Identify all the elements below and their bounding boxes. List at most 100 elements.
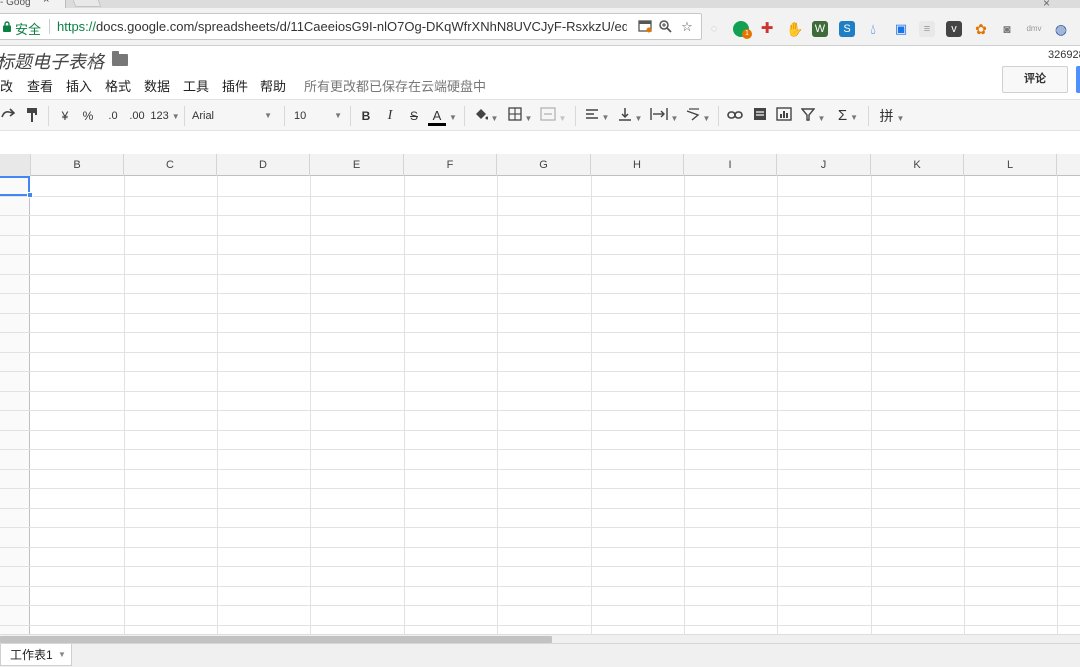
select-all-corner[interactable] — [0, 154, 31, 176]
column-header[interactable]: F — [404, 154, 497, 176]
filter-button[interactable]: ▼ — [798, 107, 828, 125]
decrease-decimal-button[interactable]: .0 — [104, 107, 122, 125]
chevron-down-icon: ▼ — [634, 114, 643, 123]
camera-icon[interactable]: ◙ — [999, 21, 1015, 37]
formatting-toolbar: ¥ % .0 .00 123 ▼ Arial ▼ 10 ▼ B I S A ▼ ▼ … — [0, 99, 1080, 131]
share-button[interactable] — [1076, 66, 1080, 93]
column-header[interactable]: L — [964, 154, 1057, 176]
paint-format-icon[interactable] — [24, 107, 40, 125]
drop-icon[interactable]: 💧︎ — [865, 21, 881, 37]
menu-view[interactable]: 查看 — [27, 76, 53, 95]
menu-format[interactable]: 格式 — [105, 76, 131, 95]
grid-column-line — [497, 176, 498, 634]
column-header[interactable]: J — [777, 154, 871, 176]
bookmark-star-icon[interactable]: ☆ — [679, 19, 695, 35]
globe-icon[interactable]: ◍ — [1053, 21, 1069, 37]
clock-extension-icon[interactable]: 1 — [733, 21, 752, 39]
input-tools-button[interactable]: 拼 ▼ — [876, 107, 908, 125]
site-info-icon[interactable] — [637, 19, 653, 35]
menu-insert[interactable]: 插入 — [66, 76, 92, 95]
text-rotation-button[interactable]: ▼ — [684, 107, 712, 125]
italic-button[interactable]: I — [382, 107, 398, 125]
chevron-down-icon: ▼ — [334, 111, 342, 120]
merge-cells-button[interactable]: ▼ — [538, 107, 568, 125]
tab-close-icon[interactable]: × — [43, 0, 49, 6]
fill-color-button[interactable]: ▼ — [472, 107, 500, 125]
save-status[interactable]: 所有更改都已保存在云端硬盘中 — [304, 76, 486, 95]
zoom-icon[interactable] — [657, 19, 673, 35]
column-header[interactable]: C — [124, 154, 217, 176]
star-icon[interactable]: ☆ — [86, 50, 102, 71]
grid-row-line — [0, 430, 1080, 431]
tag-icon[interactable]: ▣ — [893, 21, 909, 37]
note-icon[interactable]: ≡ — [919, 21, 935, 37]
chevron-down-icon: ▼ — [702, 114, 711, 123]
browser-toolbar: 安全 https://docs.google.com/spreadsheets/… — [0, 8, 1080, 46]
chevron-down-icon[interactable]: ▼ — [58, 644, 66, 666]
medical-cross-icon[interactable]: ✚ — [759, 21, 775, 37]
font-family-select[interactable]: Arial ▼ — [192, 107, 276, 125]
insert-comment-icon[interactable] — [751, 107, 769, 125]
pocket-icon[interactable]: v — [946, 21, 962, 37]
address-bar[interactable]: 安全 https://docs.google.com/spreadsheets/… — [0, 13, 702, 40]
scrollbar-thumb[interactable] — [0, 636, 552, 643]
comment-button[interactable]: 评论 — [1002, 66, 1068, 93]
text-color-button[interactable]: A ▼ — [428, 107, 457, 126]
toolbar-divider — [868, 106, 869, 126]
vertical-align-button[interactable]: ▼ — [616, 107, 644, 125]
percent-button[interactable]: % — [80, 107, 96, 125]
grid-row-line — [0, 235, 1080, 236]
grid-column-line — [124, 176, 125, 634]
column-header[interactable]: I — [684, 154, 777, 176]
menu-edit[interactable]: 改 — [0, 76, 13, 95]
menu-addons[interactable]: 插件 — [222, 76, 248, 95]
currency-button[interactable]: ¥ — [58, 107, 72, 125]
column-header[interactable]: K — [871, 154, 964, 176]
grid-row-line — [0, 293, 1080, 294]
fill-handle[interactable] — [27, 192, 33, 198]
sheet-tab[interactable]: 工作表1 ▼ — [0, 644, 72, 666]
column-header[interactable]: G — [497, 154, 591, 176]
folder-icon[interactable] — [112, 51, 128, 66]
horizontal-align-button[interactable]: ▼ — [583, 107, 611, 125]
s-icon[interactable]: S — [839, 21, 855, 37]
selected-cell[interactable] — [0, 176, 30, 196]
redo-icon[interactable] — [0, 107, 16, 125]
grid-row-line — [0, 196, 1080, 197]
menu-help[interactable]: 帮助 — [260, 76, 286, 95]
menu-tools[interactable]: 工具 — [183, 76, 209, 95]
new-tab-button[interactable] — [72, 0, 102, 7]
url-text[interactable]: https://docs.google.com/spreadsheets/d/1… — [57, 19, 627, 34]
grid-row-line — [0, 371, 1080, 372]
bold-button[interactable]: B — [358, 107, 374, 125]
flower-icon[interactable]: ✿ — [973, 21, 989, 37]
borders-button[interactable]: ▼ — [506, 107, 534, 125]
browser-tab[interactable]: - Goog × — [0, 0, 66, 8]
toolbar-divider — [48, 106, 49, 126]
spreadsheet-grid[interactable]: B C D E F G H I J K L — [0, 154, 1080, 634]
column-header[interactable]: B — [31, 154, 124, 176]
browser-tabstrip: - Goog × × — [0, 0, 1080, 10]
column-header[interactable]: E — [310, 154, 404, 176]
number-format-button[interactable]: 123 ▼ — [150, 107, 180, 125]
chevron-down-icon: ▼ — [670, 114, 679, 123]
column-header[interactable]: H — [591, 154, 684, 176]
menu-data[interactable]: 数据 — [144, 76, 170, 95]
insert-chart-icon[interactable] — [774, 107, 794, 125]
functions-button[interactable]: Σ ▼ — [834, 107, 862, 125]
cookie-icon[interactable]: ◌ — [706, 21, 722, 37]
font-size-select[interactable]: 10 ▼ — [294, 107, 346, 125]
column-header[interactable]: D — [217, 154, 310, 176]
increase-decimal-button[interactable]: .00 — [127, 107, 147, 125]
chevron-down-icon: ▼ — [524, 114, 533, 123]
dmv-icon[interactable]: dmv — [1026, 21, 1042, 37]
horizontal-scrollbar[interactable] — [0, 634, 1080, 643]
insert-link-icon[interactable] — [726, 107, 744, 125]
puzzle-icon[interactable]: ✋ — [786, 21, 803, 37]
column-header-overflow[interactable] — [1057, 154, 1080, 176]
text-wrap-button[interactable]: ▼ — [649, 107, 679, 125]
strikethrough-button[interactable]: S — [406, 107, 422, 125]
sigma-icon: Σ — [837, 107, 848, 124]
cell-area[interactable] — [0, 176, 1080, 634]
w-icon[interactable]: W — [812, 21, 828, 37]
